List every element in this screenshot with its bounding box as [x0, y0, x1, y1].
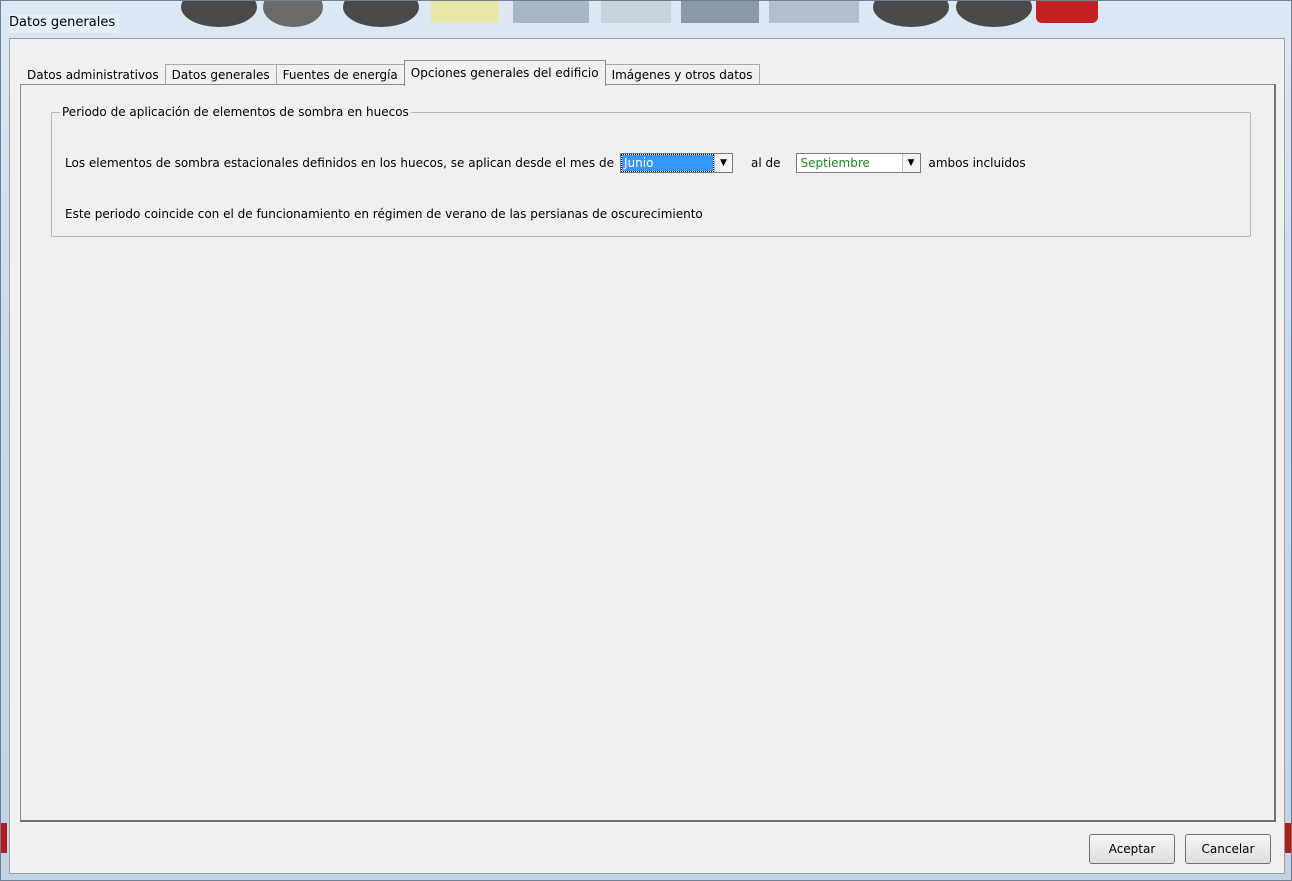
cancel-button[interactable]: Cancelar	[1185, 834, 1271, 864]
background-circle-icon	[343, 1, 419, 27]
background-rect-icon	[1036, 1, 1098, 23]
background-rect-icon	[681, 1, 759, 23]
background-circle-icon	[263, 1, 323, 27]
title-bar: Datos generales	[1, 1, 1292, 41]
background-circle-icon	[873, 1, 949, 27]
tab-opciones-generales-del-edificio[interactable]: Opciones generales del edificio	[403, 60, 606, 86]
chevron-down-icon[interactable]: ▼	[713, 154, 732, 172]
background-rect-icon	[769, 1, 859, 23]
tab-fuentes-de-energia[interactable]: Fuentes de energía	[275, 64, 405, 85]
to-month-value: Septiembre	[800, 156, 870, 170]
window-title: Datos generales	[9, 14, 120, 33]
dialog-body: Datos administrativos Datos generales Fu…	[9, 38, 1285, 874]
background-accent	[1285, 823, 1291, 853]
background-rect-icon	[431, 1, 499, 23]
tab-imagenes-y-otros-datos[interactable]: Imágenes y otros datos	[604, 64, 760, 85]
from-month-value: Junio	[620, 154, 714, 172]
background-circle-icon	[181, 1, 257, 27]
sentence-start-label: Los elementos de sombra estacionales def…	[65, 156, 614, 170]
shading-period-row: Los elementos de sombra estacionales def…	[65, 152, 1026, 174]
tab-datos-administrativos[interactable]: Datos administrativos	[20, 64, 166, 85]
tab-strip: Datos administrativos Datos generales Fu…	[20, 60, 760, 86]
tab-datos-generales[interactable]: Datos generales	[164, 64, 277, 85]
background-rect-icon	[513, 1, 589, 23]
chevron-down-icon[interactable]: ▼	[901, 154, 920, 172]
background-accent	[1, 823, 7, 853]
tab-page-opciones-generales: Periodo de aplicación de elementos de so…	[20, 84, 1276, 822]
group-title: Periodo de aplicación de elementos de so…	[60, 105, 411, 119]
from-month-select[interactable]: Junio ▼	[619, 153, 733, 173]
connector-label: al de	[750, 156, 781, 170]
background-rect-icon	[601, 1, 671, 23]
accept-button[interactable]: Aceptar	[1089, 834, 1175, 864]
to-month-select[interactable]: Septiembre ▼	[795, 153, 921, 173]
shading-period-group: Periodo de aplicación de elementos de so…	[51, 105, 1251, 237]
dialog-window: Datos generales Datos administrativos Da…	[0, 0, 1292, 881]
background-circle-icon	[956, 1, 1032, 27]
period-note: Este periodo coincide con el de funciona…	[65, 207, 703, 221]
sentence-end-label: ambos incluidos	[928, 156, 1026, 170]
